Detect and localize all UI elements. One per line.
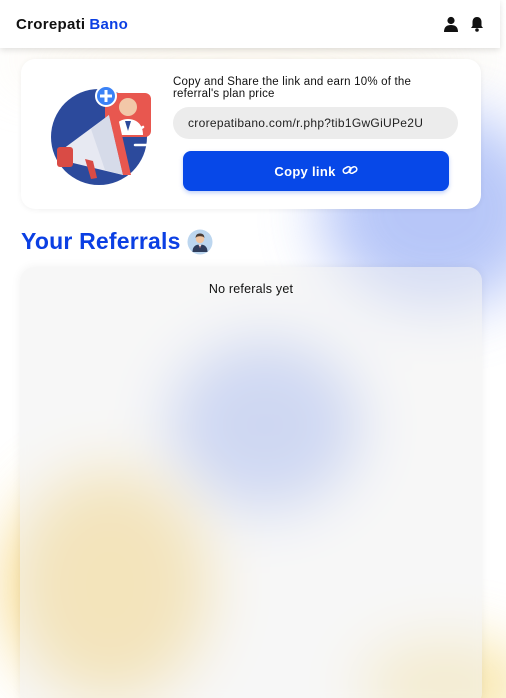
megaphone-referral-illustration: [51, 83, 155, 187]
bell-icon[interactable]: [468, 15, 486, 33]
header-actions: [442, 15, 486, 33]
referral-share-card: Copy and Share the link and earn 10% of …: [21, 59, 481, 209]
copy-link-button[interactable]: Copy link: [183, 151, 449, 191]
referrals-heading: Your Referrals: [21, 228, 213, 255]
top-bar: Crorepati Bano: [0, 0, 500, 48]
section-title: Your Referrals: [21, 228, 181, 254]
brand-name: Crorepati: [16, 15, 86, 33]
avatar-icon: [187, 229, 213, 255]
brand-name-accent: Bano: [89, 15, 129, 33]
link-icon: [342, 164, 358, 179]
brand-logo[interactable]: Crorepati Bano: [16, 16, 128, 33]
referrals-list: No referals yet: [20, 267, 482, 698]
share-instructions: Copy and Share the link and earn 10% of …: [173, 76, 412, 100]
user-icon[interactable]: [442, 15, 460, 33]
referral-link-field[interactable]: [173, 107, 458, 139]
empty-state-message: No referals yet: [208, 282, 294, 296]
copy-link-label: Copy link: [274, 163, 336, 179]
